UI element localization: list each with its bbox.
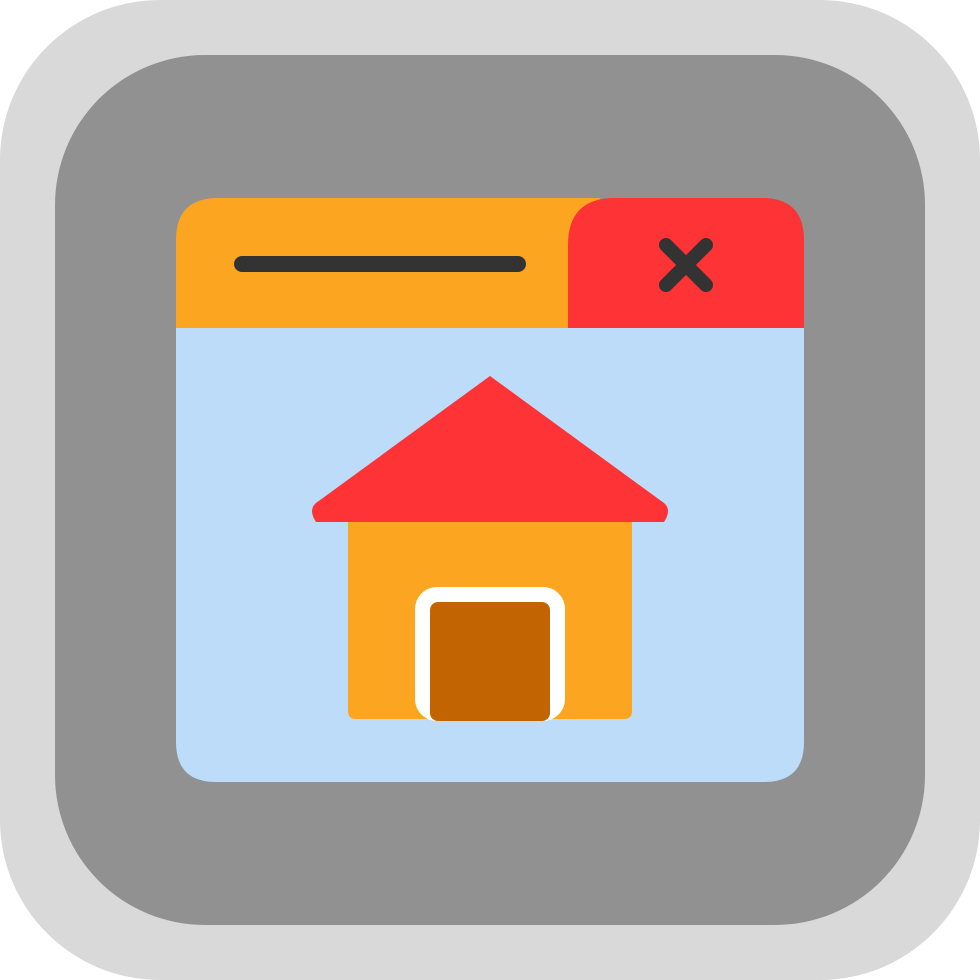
door (430, 602, 550, 721)
app-icon (0, 0, 980, 980)
browser-home-icon-svg (0, 0, 980, 980)
